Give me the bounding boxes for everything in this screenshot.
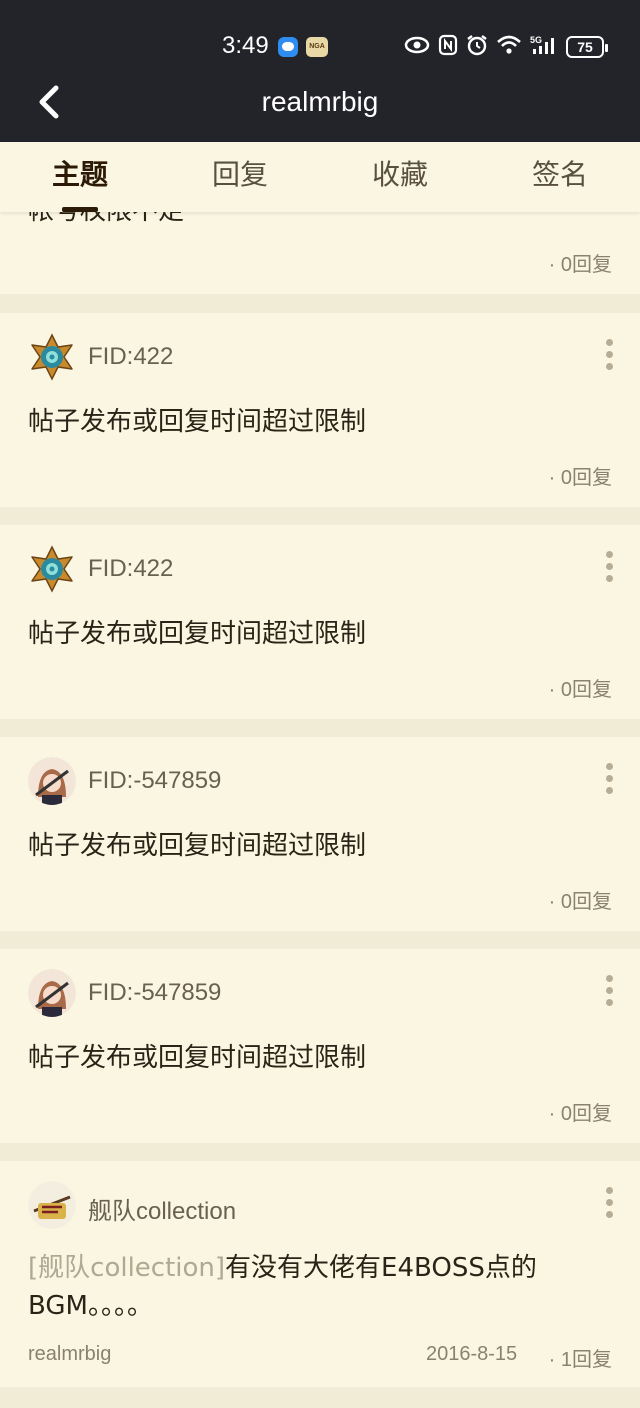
post-subject: 帖子发布或回复时间超过限制 bbox=[28, 1043, 367, 1073]
status-time: 3:49 bbox=[222, 32, 269, 59]
reply-count: · 0回复 bbox=[548, 679, 612, 701]
hearthstone-icon[interactable] bbox=[28, 545, 76, 593]
system-icons: 5G 75 bbox=[404, 33, 608, 61]
post-card[interactable]: FID:422 帖子发布或回复时间超过限制 · 0回复 bbox=[0, 525, 640, 719]
author-name[interactable]: FID:-547859 bbox=[88, 979, 221, 1007]
post-card[interactable]: FID:-547859 帖子发布或回复时间超过限制 · 0回复 bbox=[0, 949, 640, 1143]
author-name[interactable]: 舰队collection bbox=[88, 1191, 236, 1226]
post-card[interactable]: FID:-547859 帖子发布或回复时间超过限制 · 0回复 bbox=[0, 737, 640, 931]
post-subject: 帖子发布或回复时间超过限制 bbox=[28, 407, 367, 437]
more-options-icon[interactable] bbox=[600, 339, 618, 377]
post-card[interactable]: 舰队collection [舰队collection]有没有大佬有E4BOSS点… bbox=[0, 1161, 640, 1387]
title-bar: realmrbig bbox=[0, 64, 640, 142]
more-options-icon[interactable] bbox=[600, 1187, 618, 1225]
author-name[interactable]: FID:422 bbox=[88, 343, 173, 371]
author-name[interactable]: FID:-547859 bbox=[88, 767, 221, 795]
post-card[interactable]: FID:422 帖子发布或回复时间超过限制 · 0回复 bbox=[0, 313, 640, 507]
nfc-icon bbox=[438, 34, 458, 60]
alarm-icon bbox=[466, 34, 488, 60]
more-options-icon[interactable] bbox=[600, 551, 618, 589]
post-list: 帐号权限不足 · 0回复 FID:422 帖子发布或回复时间超过限制 · 0回复… bbox=[0, 142, 640, 1408]
post-subject: 帖子发布或回复时间超过限制 bbox=[28, 619, 367, 649]
tab-bar: 主题 回复 收藏 签名 bbox=[0, 142, 640, 212]
wifi-icon bbox=[496, 34, 522, 60]
post-date: 2016-8-15 bbox=[426, 1343, 518, 1365]
post-subject: 帖子发布或回复时间超过限制 bbox=[28, 831, 367, 861]
post-subject: [舰队collection]有没有大佬有E4BOSS点的BGM。。。。 bbox=[28, 1253, 537, 1321]
tab-signature[interactable]: 签名 bbox=[480, 142, 640, 212]
reply-count: · 0回复 bbox=[548, 467, 612, 489]
author-name[interactable]: FID:422 bbox=[88, 555, 173, 583]
reply-count: · 0回复 bbox=[548, 1103, 612, 1125]
poster-name[interactable]: realmrbig bbox=[28, 1343, 111, 1366]
reply-count: · 0回复 bbox=[548, 891, 612, 913]
anime-girl-avatar[interactable] bbox=[28, 757, 76, 805]
eye-icon bbox=[404, 36, 430, 58]
tab-replies[interactable]: 回复 bbox=[160, 142, 320, 212]
reply-count: · 1回复 bbox=[548, 1349, 612, 1371]
anime-girl-avatar[interactable] bbox=[28, 969, 76, 1017]
more-options-icon[interactable] bbox=[600, 763, 618, 801]
reply-count: · 0回复 bbox=[548, 254, 612, 276]
more-options-icon[interactable] bbox=[600, 975, 618, 1013]
signal-5g-icon: 5G bbox=[530, 34, 558, 60]
hearthstone-icon[interactable] bbox=[28, 333, 76, 381]
message-notification-icon bbox=[278, 37, 298, 57]
forum-tag[interactable]: [舰队collection] bbox=[28, 1253, 225, 1283]
kancolle-icon[interactable] bbox=[28, 1181, 76, 1229]
nga-app-icon: NGA bbox=[306, 37, 328, 57]
battery-indicator: 75 bbox=[566, 36, 608, 58]
tab-favorites[interactable]: 收藏 bbox=[320, 142, 480, 212]
svg-text:5G: 5G bbox=[530, 35, 542, 45]
tab-topics[interactable]: 主题 bbox=[0, 142, 160, 212]
page-title: realmrbig bbox=[261, 86, 379, 117]
